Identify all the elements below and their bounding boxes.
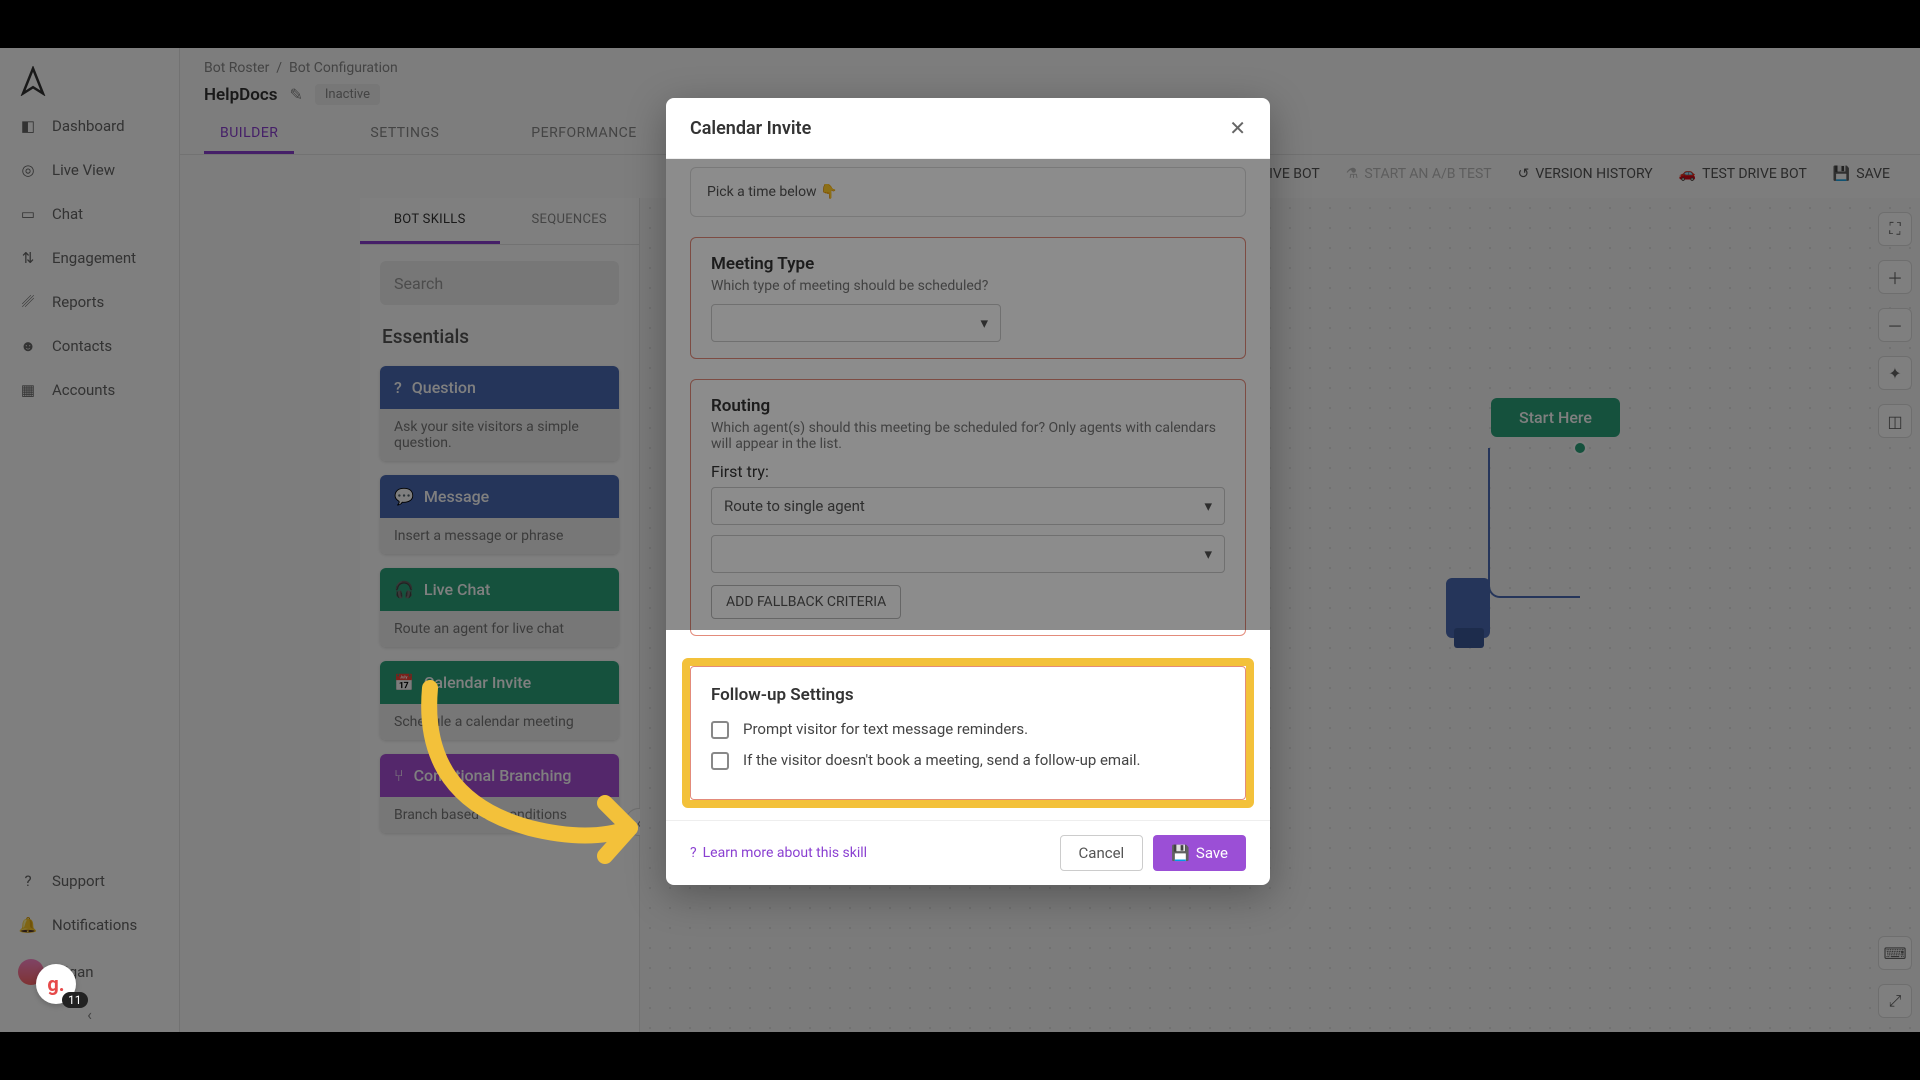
highlight-box: Follow-up Settings Prompt visitor for te… — [682, 658, 1254, 808]
followup-group: Follow-up Settings Prompt visitor for te… — [690, 666, 1246, 800]
calendar-invite-modal: Calendar Invite ✕ Pick a time below 👇 Me… — [666, 98, 1270, 885]
learn-label: Learn more about this skill — [703, 845, 867, 861]
modal-title: Calendar Invite — [690, 118, 811, 139]
help-icon: ? — [690, 845, 697, 861]
checkbox-email-label: If the visitor doesn't book a meeting, s… — [743, 750, 1141, 771]
close-icon[interactable]: ✕ — [1229, 116, 1246, 140]
save-label: Save — [1196, 844, 1228, 862]
grammarly-count: 11 — [62, 992, 88, 1008]
learn-more-link[interactable]: ? Learn more about this skill — [690, 845, 867, 861]
checkbox-sms-reminders[interactable] — [711, 721, 729, 739]
followup-title: Follow-up Settings — [711, 685, 1225, 705]
save-button[interactable]: 💾 Save — [1153, 835, 1246, 871]
cancel-button[interactable]: Cancel — [1060, 835, 1144, 871]
checkbox-followup-email[interactable] — [711, 752, 729, 770]
dimmed-region — [666, 159, 1270, 630]
save-icon: 💾 — [1171, 844, 1190, 862]
checkbox-sms-label: Prompt visitor for text message reminder… — [743, 719, 1028, 740]
